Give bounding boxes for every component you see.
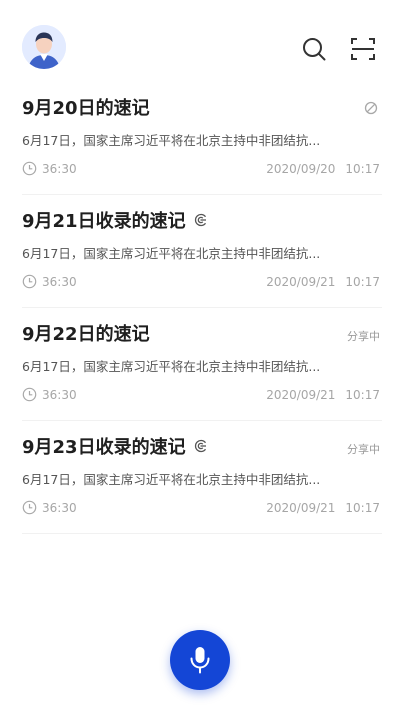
note-snippet: 6月17日，国家主席习近平将在北京主持中非团结抗... [22, 246, 321, 261]
note-card[interactable]: 9月23日收录的速记 分享中 6月17日，国家主席习近平将在北京主持中非团结抗.… [22, 421, 382, 534]
note-list-screen: 9月20日的速记 6月17日，国家主席习近平将在北京主持中非团结抗... 36:… [0, 0, 400, 711]
note-title: 9月23日收录的速记 [22, 433, 208, 459]
note-date: 2020/09/21 [266, 275, 336, 289]
note-meta: 36:30 2020/09/21 10:17 [22, 274, 380, 292]
note-title: 9月22日的速记 [22, 320, 150, 346]
note-snippet: 6月17日，国家主席习近平将在北京主持中非团结抗... [22, 359, 321, 374]
note-time: 10:17 [345, 501, 380, 515]
note-time: 10:17 [345, 275, 380, 289]
note-title-text: 9月22日的速记 [22, 324, 150, 345]
note-duration: 36:30 [22, 387, 77, 402]
record-icon [194, 439, 206, 453]
note-card[interactable]: 9月22日的速记 分享中 6月17日，国家主席习近平将在北京主持中非团结抗...… [22, 308, 382, 421]
note-date: 2020/09/21 [266, 501, 336, 515]
note-list: 9月20日的速记 6月17日，国家主席习近平将在北京主持中非团结抗... 36:… [0, 82, 400, 534]
note-title-text: 9月21日收录的速记 [22, 211, 186, 232]
note-timestamp: 2020/09/21 10:17 [266, 501, 380, 515]
note-timestamp: 2020/09/21 10:17 [266, 275, 380, 289]
note-timestamp: 2020/09/20 10:17 [266, 162, 380, 176]
avatar-icon [22, 25, 66, 69]
note-duration: 36:30 [22, 500, 77, 515]
search-icon[interactable] [301, 36, 327, 62]
clock-icon [22, 387, 37, 402]
avatar[interactable] [22, 25, 66, 69]
duration-text: 36:30 [42, 500, 77, 515]
note-duration: 36:30 [22, 161, 77, 176]
note-meta: 36:30 2020/09/21 10:17 [22, 387, 380, 405]
record-icon [194, 213, 206, 227]
duration-text: 36:30 [42, 161, 77, 176]
note-title: 9月21日收录的速记 [22, 207, 208, 233]
status-badge: 分享中 [347, 330, 380, 343]
note-meta: 36:30 2020/09/21 10:17 [22, 500, 380, 518]
note-title-text: 9月23日收录的速记 [22, 437, 186, 458]
status-badge: 分享中 [347, 443, 380, 456]
note-snippet: 6月17日，国家主席习近平将在北京主持中非团结抗... [22, 472, 321, 487]
note-meta: 36:30 2020/09/20 10:17 [22, 161, 380, 179]
note-date: 2020/09/21 [266, 388, 336, 402]
note-title-text: 9月20日的速记 [22, 98, 150, 119]
duration-text: 36:30 [42, 387, 77, 402]
note-card[interactable]: 9月21日收录的速记 6月17日，国家主席习近平将在北京主持中非团结抗... 3… [22, 195, 382, 308]
note-date: 2020/09/20 [266, 162, 336, 176]
note-time: 10:17 [345, 162, 380, 176]
microphone-icon [190, 647, 210, 674]
note-snippet: 6月17日，国家主席习近平将在北京主持中非团结抗... [22, 133, 321, 148]
note-card[interactable]: 9月20日的速记 6月17日，国家主席习近平将在北京主持中非团结抗... 36:… [22, 82, 382, 195]
clock-icon [22, 161, 37, 176]
note-duration: 36:30 [22, 274, 77, 289]
clock-icon [22, 500, 37, 515]
clock-icon [22, 274, 37, 289]
note-timestamp: 2020/09/21 10:17 [266, 388, 380, 402]
note-title: 9月20日的速记 [22, 94, 150, 120]
note-time: 10:17 [345, 388, 380, 402]
top-bar [0, 0, 400, 78]
duration-text: 36:30 [42, 274, 77, 289]
scan-icon[interactable] [350, 36, 376, 62]
disabled-icon [364, 100, 378, 115]
record-button[interactable] [170, 630, 230, 690]
